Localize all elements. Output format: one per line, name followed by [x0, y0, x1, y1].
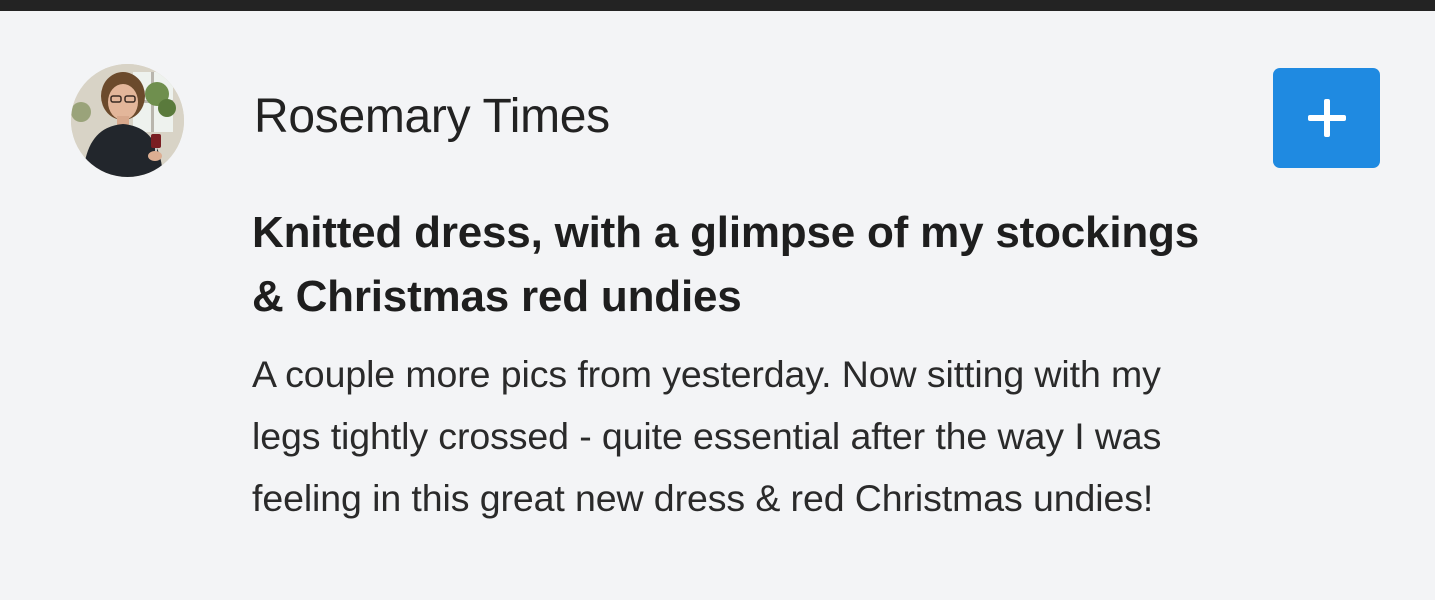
post-body: A couple more pics from yesterday. Now s…: [252, 353, 1162, 519]
post-card: Rosemary Times Knitted dress, with a gli…: [0, 11, 1435, 600]
avatar[interactable]: [71, 64, 184, 177]
post-title[interactable]: Knitted dress, with a glimpse of my stoc…: [252, 201, 1212, 329]
follow-button[interactable]: [1273, 68, 1380, 168]
avatar-image: [71, 64, 184, 177]
top-bar: [0, 0, 1435, 11]
plus-icon: [1307, 99, 1346, 137]
author-name[interactable]: Rosemary Times: [254, 89, 610, 145]
